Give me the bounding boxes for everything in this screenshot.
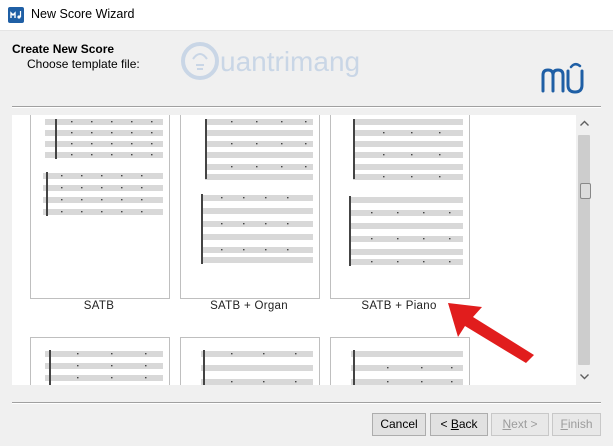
musescore-app-icon bbox=[8, 7, 24, 23]
finish-mnemonic: F bbox=[560, 417, 568, 431]
score-thumbnail bbox=[201, 119, 313, 264]
scroll-up-arrow-icon[interactable] bbox=[576, 115, 593, 132]
red-arrow-annotation bbox=[448, 303, 534, 363]
template-label-satb: SATB bbox=[83, 300, 115, 312]
vertical-scrollbar[interactable] bbox=[576, 115, 593, 385]
score-thumbnail bbox=[45, 350, 163, 385]
watermark-text: uantrimang bbox=[220, 46, 360, 77]
watermark-logo: uantrimang bbox=[181, 42, 360, 80]
score-thumbnail bbox=[43, 119, 163, 216]
window-title: New Score Wizard bbox=[31, 7, 135, 21]
footer-separator bbox=[12, 402, 601, 404]
back-mnemonic: B bbox=[450, 417, 459, 431]
cancel-button-label: Cancel bbox=[380, 417, 418, 431]
musescore-logo-icon bbox=[541, 63, 584, 94]
template-card-5[interactable] bbox=[180, 337, 320, 385]
page-subtitle: Choose template file: bbox=[27, 57, 140, 71]
template-card-satb[interactable] bbox=[30, 115, 170, 299]
scroll-down-arrow-icon[interactable] bbox=[576, 368, 593, 385]
page-title: Create New Score bbox=[12, 42, 115, 56]
next-mnemonic: N bbox=[502, 417, 512, 431]
template-card-4[interactable] bbox=[30, 337, 170, 385]
score-thumbnail bbox=[349, 119, 463, 266]
title-bar: New Score Wizard bbox=[0, 0, 613, 31]
header-separator bbox=[12, 106, 601, 108]
scrollbar-grip-icon bbox=[580, 183, 591, 199]
template-card-satb-organ[interactable] bbox=[180, 115, 320, 299]
wizard-header: Create New Score Choose template file: u… bbox=[0, 31, 613, 104]
back-button[interactable]: < Back bbox=[430, 413, 488, 436]
finish-button[interactable]: Finish bbox=[552, 413, 601, 436]
template-list[interactable]: SATB SATB + Organ SATB + Piano bbox=[12, 115, 592, 385]
template-card-satb-piano[interactable] bbox=[330, 115, 470, 299]
next-button[interactable]: Next > bbox=[491, 413, 549, 436]
score-thumbnail bbox=[201, 350, 313, 385]
cancel-button[interactable]: Cancel bbox=[372, 413, 426, 436]
template-label-satb-organ: SATB + Organ bbox=[210, 300, 288, 312]
scrollbar-thumb[interactable] bbox=[578, 135, 591, 365]
